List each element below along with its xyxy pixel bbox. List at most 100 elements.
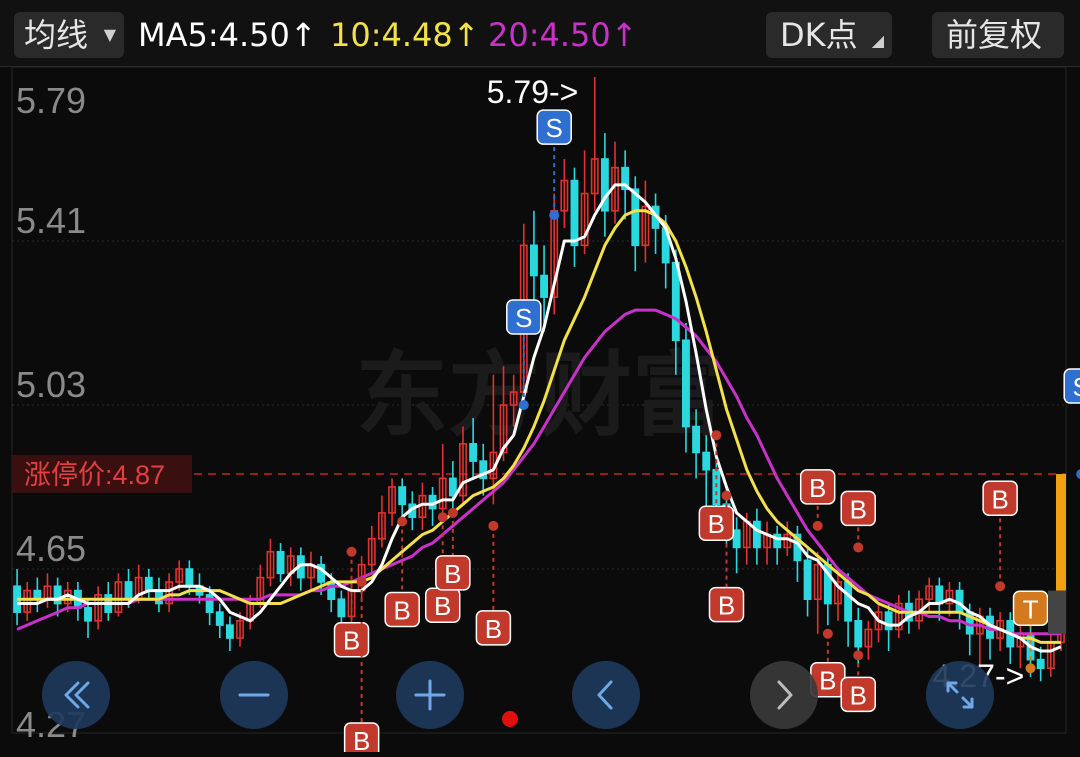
signal-badge-label: B bbox=[850, 680, 867, 710]
candle[interactable] bbox=[428, 487, 437, 526]
candle[interactable] bbox=[215, 603, 224, 639]
expand-button[interactable] bbox=[926, 661, 994, 729]
candle[interactable] bbox=[732, 517, 741, 574]
signal-marker-b[interactable]: B bbox=[982, 480, 1018, 592]
signal-badge-label: B bbox=[819, 666, 836, 696]
candle[interactable] bbox=[296, 547, 305, 591]
nav-button-circle[interactable] bbox=[750, 661, 818, 729]
ma-selector-button[interactable]: 均线 ▼ bbox=[14, 12, 124, 58]
signal-marker-b[interactable]: B bbox=[384, 516, 420, 628]
candle-body bbox=[752, 520, 761, 549]
candle[interactable] bbox=[590, 77, 599, 211]
candle[interactable] bbox=[529, 210, 538, 311]
signal-badge-label: B bbox=[850, 494, 867, 524]
candle[interactable] bbox=[986, 607, 994, 660]
candle[interactable] bbox=[94, 586, 103, 630]
kline-chart[interactable]: 东方财富 5.79 5.41 5.03 4.65 4.27 涨停价:4.87 BBBBB… bbox=[0, 66, 1080, 757]
candle[interactable] bbox=[1046, 633, 1055, 677]
plus-button[interactable] bbox=[396, 661, 464, 729]
candle[interactable] bbox=[864, 620, 873, 660]
nav-button-circle[interactable] bbox=[572, 661, 640, 729]
candle[interactable] bbox=[104, 581, 113, 621]
candle[interactable] bbox=[479, 443, 488, 496]
signal-dot bbox=[447, 507, 458, 518]
candle[interactable] bbox=[611, 141, 619, 224]
ma20-readout: 20:4.50↑ bbox=[488, 16, 638, 54]
candle[interactable] bbox=[165, 573, 174, 613]
signal-dot bbox=[812, 520, 823, 531]
candle[interactable] bbox=[752, 508, 761, 565]
signal-dot bbox=[853, 542, 864, 553]
candle[interactable] bbox=[651, 193, 660, 254]
candle-body bbox=[215, 611, 224, 626]
candle[interactable] bbox=[23, 581, 32, 621]
candle[interactable] bbox=[256, 564, 265, 608]
candle[interactable] bbox=[13, 569, 22, 626]
candle[interactable] bbox=[570, 167, 579, 267]
dk-point-label: DK点 bbox=[780, 16, 858, 54]
signal-badge-label: B bbox=[809, 473, 826, 503]
candle[interactable] bbox=[763, 521, 771, 565]
candle[interactable] bbox=[144, 569, 153, 600]
signal-marker-s[interactable]: S bbox=[536, 109, 572, 221]
candle[interactable] bbox=[793, 525, 802, 582]
candle-body bbox=[844, 581, 853, 622]
candle[interactable] bbox=[33, 577, 42, 613]
chevron-right-button[interactable] bbox=[750, 661, 818, 729]
candle[interactable] bbox=[935, 577, 944, 621]
signal-marker-b[interactable]: B bbox=[475, 520, 512, 646]
signal-dot bbox=[1025, 663, 1036, 674]
candle[interactable] bbox=[225, 616, 234, 651]
candle[interactable] bbox=[884, 603, 893, 651]
candle-body bbox=[327, 581, 336, 601]
candle[interactable] bbox=[773, 525, 782, 565]
candle[interactable] bbox=[377, 495, 386, 548]
candle[interactable] bbox=[438, 443, 447, 522]
candle[interactable] bbox=[276, 543, 285, 582]
dropdown-caret-icon: ▼ bbox=[103, 25, 116, 44]
candle[interactable] bbox=[894, 594, 903, 639]
kline-chart-svg[interactable]: 东方财富 5.795.415.034.654.27 涨停价:4.87 BBB BB… bbox=[0, 66, 1080, 757]
candle-body bbox=[732, 529, 741, 549]
candle-body bbox=[53, 585, 62, 605]
candle-body bbox=[854, 619, 863, 648]
candle[interactable] bbox=[155, 577, 163, 613]
candle[interactable] bbox=[114, 573, 123, 617]
candle-body bbox=[276, 550, 285, 575]
signal-marker-s[interactable]: S bbox=[1063, 368, 1080, 479]
signal-dot bbox=[822, 628, 833, 639]
candle[interactable] bbox=[286, 547, 295, 587]
minus-button[interactable] bbox=[220, 661, 288, 729]
candle-body bbox=[1036, 658, 1045, 670]
candle[interactable] bbox=[641, 180, 650, 263]
double-chevron-left-button[interactable] bbox=[42, 661, 110, 729]
candle[interactable] bbox=[367, 525, 376, 574]
signal-marker-b[interactable]: B bbox=[343, 576, 380, 757]
candle-body bbox=[144, 576, 153, 592]
signal-marker-b[interactable]: B bbox=[840, 490, 876, 553]
signal-marker-b[interactable]: B bbox=[840, 650, 876, 713]
signal-badge-label: S bbox=[546, 113, 563, 143]
candle[interactable] bbox=[307, 551, 315, 591]
candle[interactable] bbox=[266, 538, 275, 587]
candle[interactable] bbox=[388, 478, 396, 526]
chevron-left-button[interactable] bbox=[572, 661, 640, 729]
signal-badge-label: B bbox=[353, 726, 370, 752]
signal-dot bbox=[346, 546, 357, 557]
candle[interactable] bbox=[1006, 612, 1015, 664]
dk-point-button[interactable]: DK点 ◢ bbox=[766, 12, 892, 58]
candle[interactable] bbox=[448, 461, 457, 513]
candle-body bbox=[124, 581, 133, 601]
candle[interactable] bbox=[43, 573, 52, 608]
candle[interactable] bbox=[560, 159, 569, 229]
nav-button-circle[interactable] bbox=[926, 661, 994, 729]
candle-body bbox=[540, 274, 549, 298]
price-adjust-button[interactable]: 前复权 bbox=[932, 12, 1064, 58]
y-axis-tick-label: 5.03 bbox=[16, 364, 86, 405]
candle[interactable] bbox=[600, 133, 609, 237]
signal-marker-b[interactable]: B bbox=[799, 469, 836, 531]
signal-badge-label: B bbox=[444, 559, 461, 589]
signal-dot bbox=[721, 490, 732, 501]
scroll-thumb[interactable] bbox=[1048, 590, 1066, 634]
candle[interactable] bbox=[398, 478, 407, 518]
